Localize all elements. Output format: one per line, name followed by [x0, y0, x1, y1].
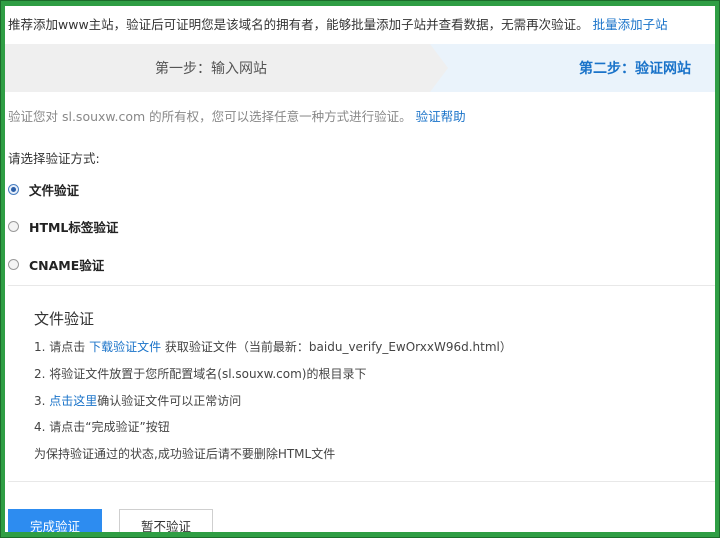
- option-file-verify-label: 文件验证: [29, 182, 80, 198]
- radio-unchecked-icon[interactable]: [8, 220, 19, 232]
- radio-checked-icon[interactable]: [8, 183, 19, 195]
- option-html-tag-verify-label: HTML标签验证: [29, 219, 119, 235]
- verify-help-link[interactable]: 验证帮助: [416, 109, 466, 124]
- verify-description-text: 验证您对 sl.souxw.com 的所有权，您可以选择任意一种方式进行验证。: [8, 109, 412, 124]
- keep-file-note: 为保持验证通过的状态,成功验证后请不要删除HTML文件: [34, 447, 336, 461]
- notice-text: 推荐添加www主站，验证后可证明您是该域名的拥有者，能够批量添加子站并查看数据，…: [8, 17, 589, 32]
- notice-bar: 推荐添加www主站，验证后可证明您是该域名的拥有者，能够批量添加子站并查看数据，…: [8, 14, 668, 33]
- instruction-step-1-pre: 1. 请点击: [34, 340, 90, 354]
- instruction-step-1-post: 获取验证文件（当前最新：baidu_verify_EwOrxxW96d.html…: [161, 340, 512, 354]
- verify-description: 验证您对 sl.souxw.com 的所有权，您可以选择任意一种方式进行验证。 …: [8, 106, 466, 125]
- instruction-step-1: 1. 请点击 下载验证文件 获取验证文件（当前最新：baidu_verify_E…: [34, 338, 512, 355]
- step-input-site: 第一步：输入网站: [5, 44, 430, 92]
- option-cname-verify[interactable]: CNAME验证: [8, 255, 104, 273]
- complete-verify-button[interactable]: 完成验证: [8, 509, 102, 532]
- verification-page: 推荐添加www主站，验证后可证明您是该域名的拥有者，能够批量添加子站并查看数据，…: [5, 6, 715, 532]
- panel-title: 文件验证: [34, 310, 95, 328]
- instruction-step-3-pre: 3.: [34, 394, 50, 408]
- step2-label: 第二步：验证网站: [579, 61, 691, 77]
- option-cname-verify-label: CNAME验证: [29, 257, 105, 273]
- download-verify-file-link[interactable]: 下载验证文件: [89, 340, 161, 354]
- step-verify-site: 第二步：验证网站: [430, 44, 715, 92]
- option-html-tag-verify[interactable]: HTML标签验证: [8, 217, 118, 235]
- instruction-step-2: 2. 将验证文件放置于您所配置域名(sl.souxw.com)的根目录下: [34, 367, 367, 381]
- instruction-step-3: 3. 点击这里确认验证文件可以正常访问: [34, 392, 241, 409]
- file-verify-panel: 文件验证 1. 请点击 下载验证文件 获取验证文件（当前最新：baidu_ver…: [8, 285, 715, 482]
- step1-label: 第一步：输入网站: [155, 61, 267, 77]
- click-here-link[interactable]: 点击这里: [49, 394, 97, 408]
- instruction-step-3-post: 确认验证文件可以正常访问: [97, 394, 242, 408]
- skip-verify-button[interactable]: 暂不验证: [119, 509, 213, 532]
- option-file-verify[interactable]: 文件验证: [8, 180, 79, 198]
- instruction-step-4: 4. 请点击“完成验证”按钮: [34, 420, 170, 434]
- step-progress: 第一步：输入网站 第二步：验证网站: [5, 44, 715, 92]
- radio-unchecked-icon[interactable]: [8, 258, 19, 270]
- step-arrow-icon: [430, 44, 448, 92]
- batch-add-subsite-link[interactable]: 批量添加子站: [593, 17, 668, 32]
- choose-method-label: 请选择验证方式:: [8, 151, 100, 166]
